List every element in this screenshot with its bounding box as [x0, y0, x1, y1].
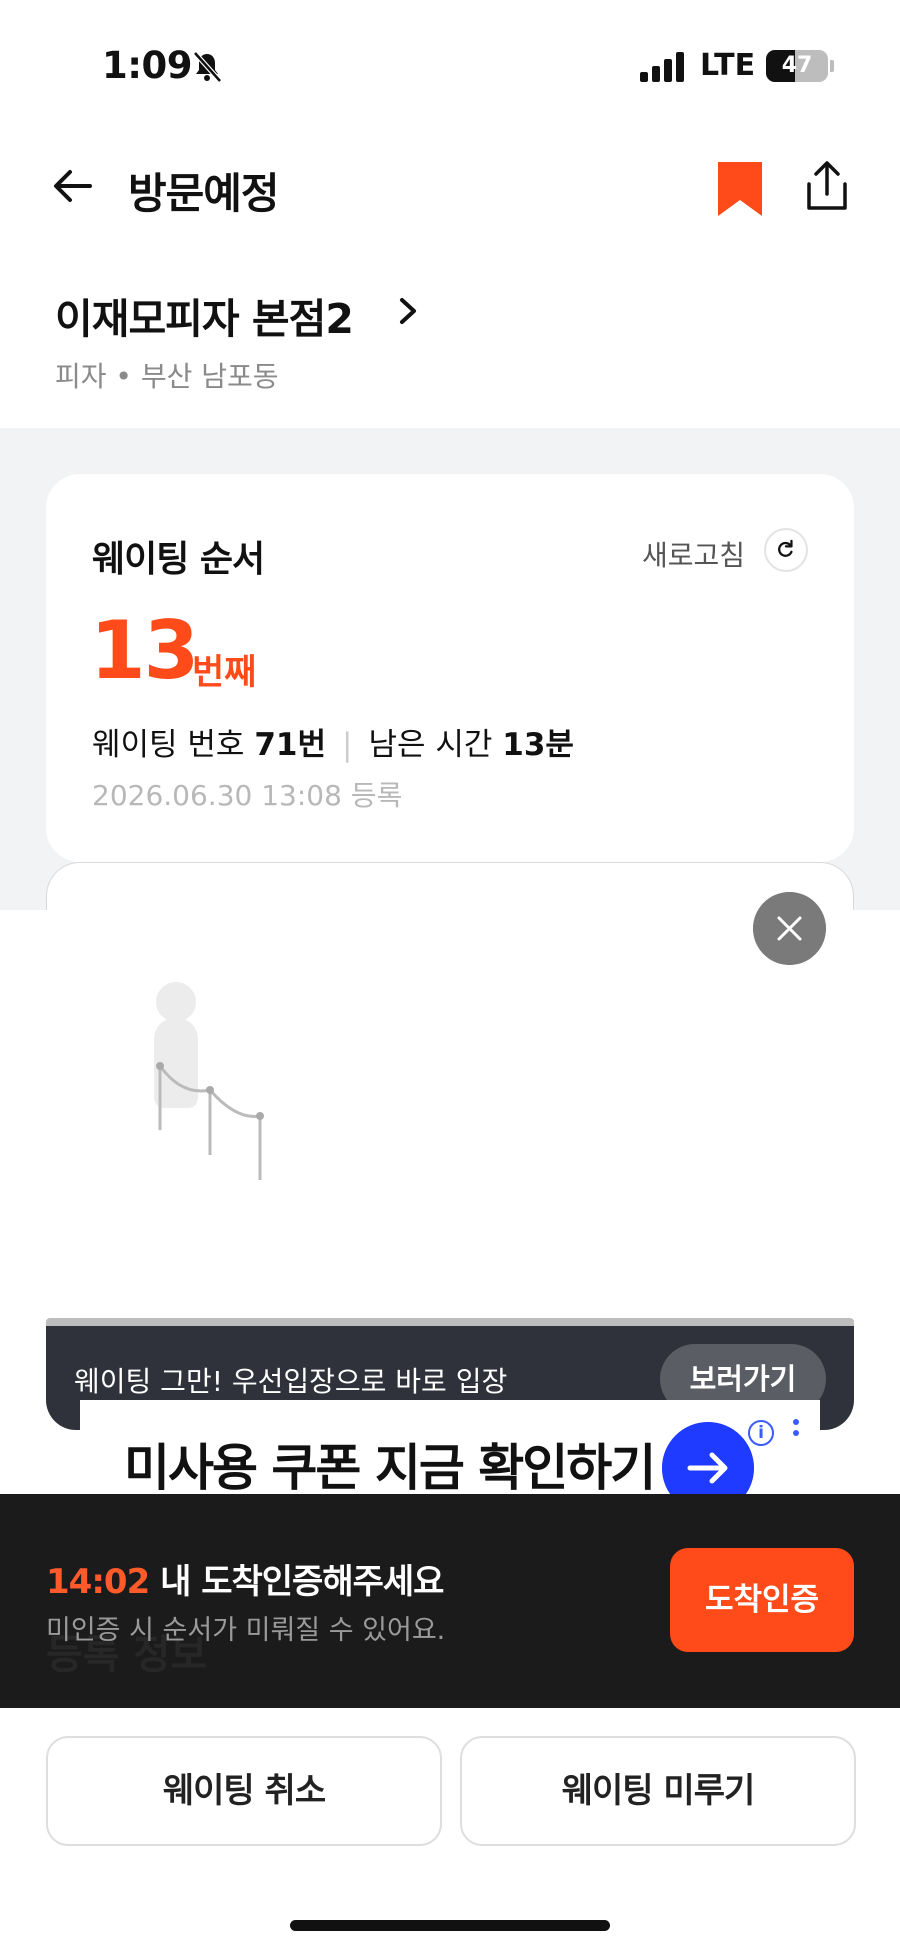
arrival-subtitle: 미인증 시 순서가 미뤄질 수 있어요.: [46, 1615, 446, 1646]
share-icon[interactable]: [804, 160, 850, 212]
waiting-number-value: 71번: [254, 727, 326, 763]
arrival-title-text: 내 도착인증해주세요: [160, 1562, 444, 1602]
waiting-order-unit: 번째: [192, 653, 257, 693]
registered-time: 2026.06.30 13:08 등록: [92, 779, 403, 812]
promo-overlay: [0, 910, 900, 1380]
bookmark-icon[interactable]: [716, 160, 764, 218]
divider: |: [342, 727, 353, 763]
waiting-order-number: 13: [90, 604, 199, 697]
home-indicator[interactable]: [290, 1920, 610, 1931]
refresh-label[interactable]: 새로고침: [642, 534, 745, 574]
signal-icon: [640, 52, 684, 82]
more-vertical-icon[interactable]: [792, 1418, 800, 1448]
battery-nub: [830, 60, 834, 72]
queue-illustration: [154, 982, 264, 1180]
remaining-time-label: 남은 시간: [368, 727, 493, 763]
ad-info-icon[interactable]: i: [748, 1420, 774, 1446]
waiting-card-title: 웨이팅 순서: [92, 539, 265, 580]
bell-muted-icon: [193, 51, 222, 83]
status-time: 1:09: [102, 44, 193, 87]
arrival-bar: 등록 정보 14:02 내 도착인증해주세요 미인증 시 순서가 미뤄질 수 있…: [0, 1494, 900, 1708]
ad-text: 미사용 쿠폰 지금 확인하기: [124, 1439, 656, 1497]
shop-name[interactable]: 이재모피자 본점2: [55, 285, 354, 345]
network-type: LTE: [700, 48, 756, 83]
arrival-title: 14:02 내 도착인증해주세요: [46, 1554, 444, 1603]
chevron-right-icon[interactable]: [396, 296, 420, 326]
waiting-number-label: 웨이팅 번호: [92, 727, 245, 763]
battery-level: 47: [781, 53, 813, 78]
delay-waiting-button[interactable]: 웨이팅 미루기: [460, 1736, 856, 1846]
battery-icon: 47: [766, 50, 828, 82]
remaining-time-value: 13분: [502, 727, 574, 763]
cancel-waiting-button[interactable]: 웨이팅 취소: [46, 1736, 442, 1846]
page-title: 방문예정: [128, 169, 280, 218]
banner-text: 웨이팅 그만! 우선입장으로 바로 입장: [74, 1365, 508, 1398]
waiting-card: 웨이팅 순서 새로고침 13 번째 웨이팅 번호 71번 | 남은 시간 13분 2…: [46, 474, 854, 862]
close-icon[interactable]: [753, 892, 826, 965]
arrival-verify-button[interactable]: 도착인증: [670, 1548, 854, 1652]
waiting-details: 웨이팅 번호 71번 | 남은 시간 13분: [92, 719, 574, 764]
status-bar: 1:09 LTE 47: [0, 0, 900, 130]
back-arrow-icon[interactable]: [50, 163, 96, 209]
arrival-deadline: 14:02: [46, 1562, 150, 1602]
coupon-ad[interactable]: 미사용 쿠폰 지금 확인하기 i: [80, 1400, 820, 1514]
refresh-icon[interactable]: [764, 528, 808, 572]
shop-meta: 피자 • 부산 남포동: [55, 360, 279, 393]
